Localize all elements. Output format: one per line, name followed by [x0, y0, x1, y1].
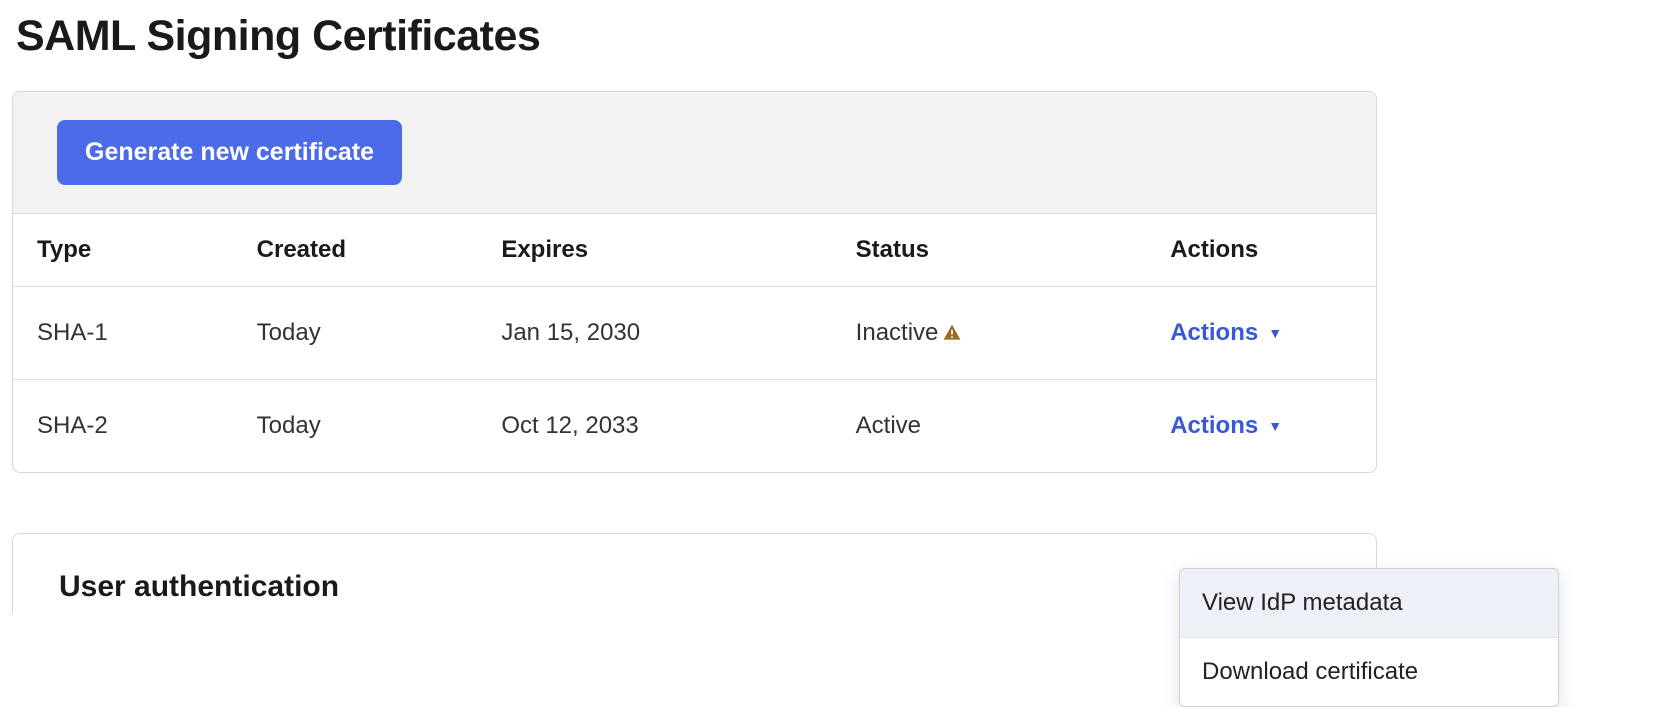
table-row: SHA-1 Today Jan 15, 2030 Inactive — [13, 287, 1376, 380]
status-text: Active — [856, 412, 921, 440]
page-title: SAML Signing Certificates — [16, 12, 1642, 61]
column-header-type: Type — [13, 214, 233, 287]
dropdown-item-view-idp-metadata[interactable]: View IdP metadata — [1180, 569, 1558, 638]
column-header-actions: Actions — [1146, 214, 1376, 287]
certificates-table: Type Created Expires Status Actions SHA-… — [13, 214, 1376, 472]
cell-created: Today — [233, 287, 478, 380]
cell-type: SHA-1 — [13, 287, 233, 380]
table-header-row: Type Created Expires Status Actions — [13, 214, 1376, 287]
cell-actions: Actions ▼ — [1146, 380, 1376, 473]
actions-dropdown-trigger[interactable]: Actions ▼ — [1170, 319, 1282, 347]
actions-label: Actions — [1170, 412, 1258, 440]
column-header-status: Status — [832, 214, 1147, 287]
column-header-created: Created — [233, 214, 478, 287]
warning-icon — [942, 323, 962, 343]
certificates-card: Generate new certificate Type Created Ex… — [12, 91, 1377, 473]
cell-expires: Jan 15, 2030 — [477, 287, 831, 380]
actions-dropdown-menu: View IdP metadata Download certificate — [1179, 568, 1559, 707]
cell-created: Today — [233, 380, 478, 473]
actions-dropdown-trigger[interactable]: Actions ▼ — [1170, 412, 1282, 440]
cell-expires: Oct 12, 2033 — [477, 380, 831, 473]
cell-actions: Actions ▼ — [1146, 287, 1376, 380]
actions-label: Actions — [1170, 319, 1258, 347]
user-authentication-title: User authentication — [59, 570, 339, 604]
dropdown-item-download-certificate[interactable]: Download certificate — [1180, 638, 1558, 706]
status-text: Inactive — [856, 319, 939, 347]
cell-status: Active — [832, 380, 1147, 473]
user-authentication-card: User authentication Edit — [12, 533, 1377, 614]
card-header: Generate new certificate — [13, 92, 1376, 214]
cell-type: SHA-2 — [13, 380, 233, 473]
column-header-expires: Expires — [477, 214, 831, 287]
caret-down-icon: ▼ — [1268, 418, 1282, 434]
caret-down-icon: ▼ — [1268, 325, 1282, 341]
table-row: SHA-2 Today Oct 12, 2033 Active Actions … — [13, 380, 1376, 473]
cell-status: Inactive — [832, 287, 1147, 380]
generate-new-certificate-button[interactable]: Generate new certificate — [57, 120, 402, 185]
